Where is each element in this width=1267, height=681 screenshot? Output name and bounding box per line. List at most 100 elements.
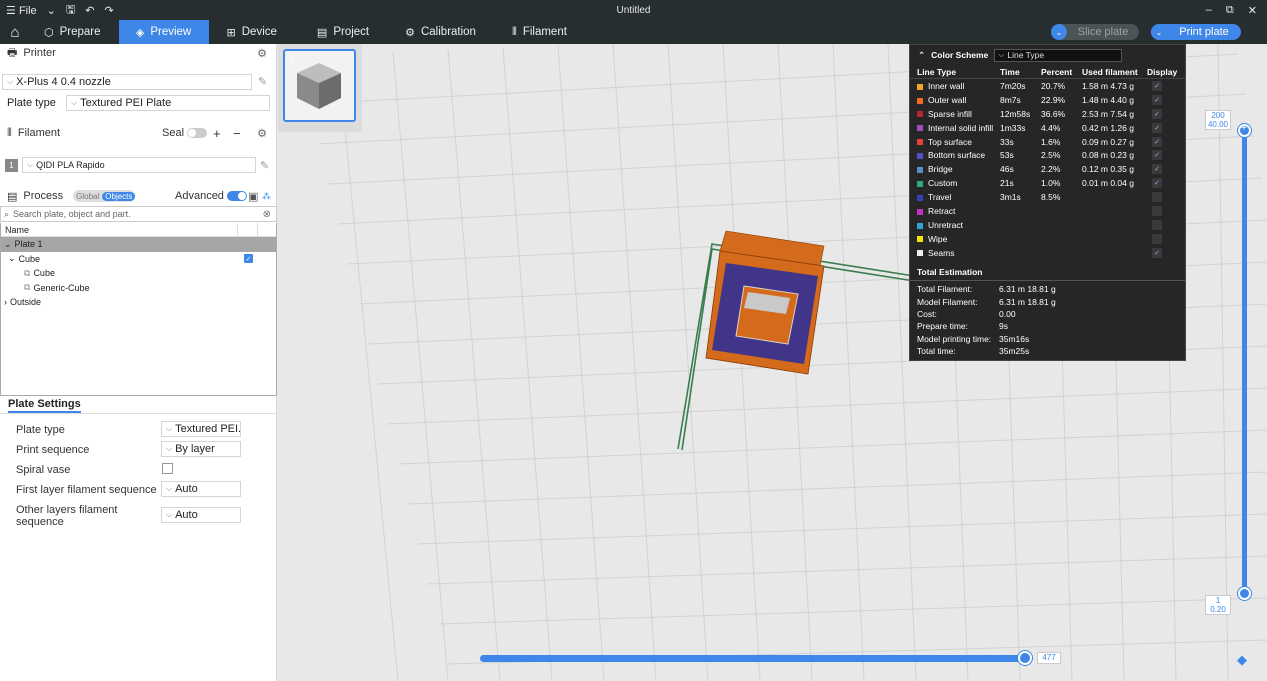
slice-plate-button[interactable]: ⌄ Slice plate (1051, 24, 1139, 40)
legend-row[interactable]: Outer wall 8m7s 22.9% 1.48 m 4.40 g ✓ (910, 93, 1185, 107)
close-icon[interactable]: ✕ (1248, 4, 1257, 17)
plate-type-select[interactable]: ⌵ Textured PEI Plate (66, 95, 270, 111)
display-checkbox[interactable]: ✓ (1152, 108, 1162, 119)
sidebar: 🖶 Printer ⚙ ⌵ X-Plus 4 0.4 nozzle ✎ Plate … (0, 44, 277, 681)
legend-row[interactable]: Unretract✓ (910, 218, 1185, 232)
project-icon: ▤ (316, 26, 328, 39)
estimate-row: Model Filament: 6.31 m 18.81 g (917, 296, 1056, 307)
gear-icon[interactable]: ⚙ (257, 127, 267, 140)
ps-first-layer-seq-select[interactable]: ⌵ Auto (161, 481, 241, 497)
display-checkbox[interactable]: ✓ (1152, 80, 1162, 91)
clear-search-icon[interactable]: ⊗ (263, 209, 271, 220)
legend-row[interactable]: Seams ✓ (910, 246, 1185, 260)
display-checkbox[interactable]: ✓ (1152, 150, 1162, 161)
legend-row[interactable]: Inner wall 7m20s 20.7% 1.58 m 4.73 g ✓ (910, 79, 1185, 93)
legend-row[interactable]: Custom 21s 1.0% 0.01 m 0.04 g ✓ (910, 176, 1185, 190)
top-layer-label: 200 40.00 (1205, 110, 1231, 130)
legend-swatch (917, 153, 923, 160)
move-slider-track[interactable] (480, 655, 1028, 662)
home-icon[interactable]: ⌂ (0, 20, 30, 44)
tab-prepare[interactable]: ⬡ Prepare (30, 20, 119, 44)
legend-row[interactable]: Travel3m1s8.5%✓ (910, 190, 1185, 204)
settings-icon[interactable]: ⁂ (262, 191, 271, 202)
display-checkbox[interactable]: ✓ (1152, 233, 1162, 244)
ps-plate-type-select[interactable]: ⌵ Textured PEI... (161, 421, 241, 437)
save-icon[interactable]: 🖫 (66, 1, 75, 20)
gear-icon[interactable]: ⚙ (257, 47, 267, 60)
object-visible-checkbox[interactable]: ✓ (244, 254, 253, 264)
legend-swatch (917, 180, 923, 187)
filament-icon: ⦀ (511, 25, 517, 38)
move-slider-handle[interactable] (1018, 651, 1032, 665)
display-checkbox[interactable]: ✓ (1152, 122, 1162, 133)
edit-icon[interactable]: ✎ (258, 75, 267, 88)
global-option[interactable]: Global (73, 192, 102, 201)
add-icon[interactable]: + (213, 126, 221, 141)
plate-thumbnail[interactable]: 1 (283, 49, 356, 122)
chevron-down-icon[interactable]: ⌄ (1151, 24, 1167, 40)
tree-row-outside[interactable]: › Outside (1, 295, 276, 310)
process-scope-switch[interactable]: Global Objects (73, 190, 136, 202)
file-menu[interactable]: ☰ File (6, 4, 37, 17)
display-checkbox[interactable]: ✓ (1152, 178, 1162, 189)
objects-option[interactable]: Objects (102, 191, 136, 201)
tree-row-object[interactable]: ⌄ Cube ✓ (1, 252, 276, 267)
cube-thumbnail-icon (297, 63, 341, 109)
ps-other-layers-seq-label: Other layers filament sequence (16, 504, 118, 528)
restore-icon[interactable]: ⧉ (1226, 4, 1234, 17)
layer-slider-track[interactable] (1242, 130, 1247, 593)
main-tabbar: ⌂ ⬡ Prepare ◈ Preview ⊞ Device ▤ Project ⚙ Ca… (0, 20, 1267, 44)
layers-icon[interactable]: ◆ (1237, 652, 1247, 668)
legend-row[interactable]: Wipe✓ (910, 232, 1185, 246)
advanced-toggle[interactable] (227, 191, 247, 202)
layer-slider-top-handle[interactable]: + (1238, 123, 1251, 137)
ps-print-sequence-select[interactable]: ⌵ By layer (161, 441, 241, 457)
print-plate-button[interactable]: ⌄ Print plate (1151, 24, 1241, 40)
tab-device[interactable]: ⊞ Device (209, 20, 295, 44)
legend-row[interactable]: Bridge 46s 2.2% 0.12 m 0.35 g ✓ (910, 162, 1185, 176)
tree-row-part[interactable]: ⧉ Generic-Cube (1, 281, 276, 296)
chevron-down-icon[interactable]: ⌄ (1051, 24, 1067, 40)
display-checkbox[interactable]: ✓ (1152, 94, 1162, 105)
display-checkbox[interactable]: ✓ (1152, 205, 1162, 216)
legend-row[interactable]: Top surface 33s 1.6% 0.09 m 0.27 g ✓ (910, 135, 1185, 149)
legend-row[interactable]: Internal solid infill 1m33s 4.4% 0.42 m 1.2… (910, 121, 1185, 135)
display-checkbox[interactable]: ✓ (1152, 136, 1162, 147)
chevron-down-icon[interactable]: ⌄ (47, 4, 56, 17)
color-scheme-select[interactable]: ⌵ Line Type (994, 48, 1123, 62)
tab-project[interactable]: ▤ Project (295, 20, 387, 44)
legend-swatch (917, 222, 923, 229)
collapse-icon[interactable]: ⌃ (918, 50, 925, 61)
redo-icon[interactable]: ↷ (104, 4, 113, 17)
plate-settings-tab[interactable]: Plate Settings (0, 396, 277, 414)
chevron-down-icon: ⌵ (7, 77, 14, 86)
compare-icon[interactable]: ▣ (248, 190, 258, 203)
layer-slider-bottom-handle[interactable] (1238, 587, 1251, 600)
filament-select[interactable]: ⌵ QIDI PLA Rapido (22, 157, 256, 173)
edit-icon[interactable]: ✎ (260, 159, 269, 172)
display-checkbox[interactable]: ✓ (1152, 192, 1162, 203)
legend-swatch (917, 125, 923, 132)
tab-calibration[interactable]: ⚙ Calibration (387, 20, 494, 44)
printer-select[interactable]: ⌵ X-Plus 4 0.4 nozzle (2, 74, 252, 90)
ps-spiral-vase-checkbox[interactable] (162, 463, 173, 474)
tree-row-part[interactable]: ⧉ Cube (1, 266, 276, 281)
tab-filament[interactable]: ⦀ Filament (494, 20, 585, 44)
undo-icon[interactable]: ↶ (85, 4, 94, 17)
search-input[interactable]: ⌕ Search plate, object and part. ⊗ (0, 206, 277, 222)
legend-row[interactable]: Bottom surface 53s 2.5% 0.08 m 0.23 g ✓ (910, 148, 1185, 162)
display-checkbox[interactable]: ✓ (1152, 219, 1162, 230)
plate-thumbnail-strip: 1 (278, 44, 362, 132)
filament-slot-badge[interactable]: 1 (5, 159, 18, 172)
remove-icon[interactable]: − (233, 126, 241, 141)
seal-toggle[interactable] (187, 128, 208, 139)
tree-row-plate[interactable]: ⌄ Plate 1 (1, 237, 276, 252)
ps-other-layers-seq-select[interactable]: ⌵ Auto (161, 507, 241, 523)
tab-preview[interactable]: ◈ Preview (118, 20, 209, 44)
legend-row[interactable]: Retract✓ (910, 204, 1185, 218)
minimize-icon[interactable]: – (1206, 4, 1212, 17)
legend-row[interactable]: Sparse infill 12m58s 36.6% 2.53 m 7.54 g ✓ (910, 107, 1185, 121)
display-checkbox[interactable]: ✓ (1152, 247, 1162, 258)
device-icon: ⊞ (226, 26, 236, 39)
display-checkbox[interactable]: ✓ (1152, 164, 1162, 175)
